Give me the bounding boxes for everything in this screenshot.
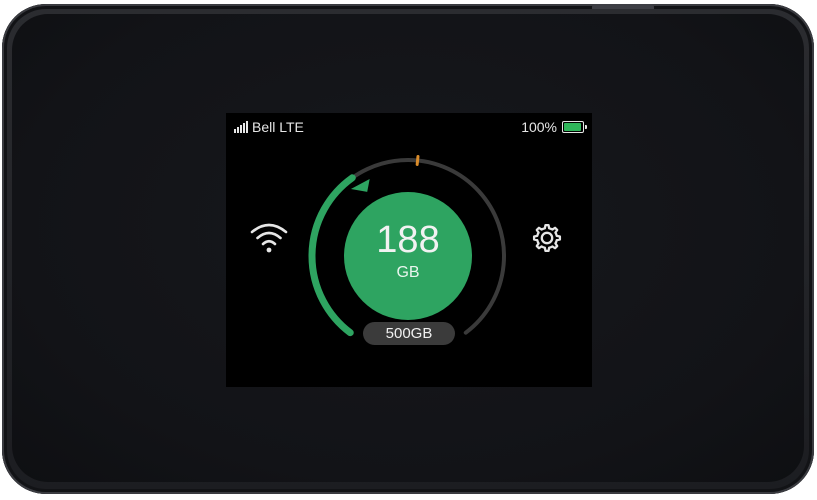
usage-circle: 188 GB — [344, 192, 472, 320]
gear-icon — [532, 223, 562, 253]
usage-unit: GB — [396, 264, 420, 281]
wifi-icon — [250, 223, 288, 253]
battery-icon — [562, 121, 587, 133]
settings-button[interactable] — [526, 217, 568, 259]
signal-bars-icon — [234, 121, 248, 133]
status-battery: 100% — [521, 119, 587, 135]
status-carrier: Bell LTE — [234, 119, 304, 135]
power-button[interactable] — [592, 4, 654, 9]
device-screen: Bell LTE 100% 188 GB 500GB — [226, 113, 592, 387]
hotspot-device: Bell LTE 100% 188 GB 500GB — [2, 4, 814, 494]
usage-value: 188 — [376, 219, 440, 261]
plan-limit-badge: 500GB — [363, 322, 455, 345]
wifi-button[interactable] — [248, 217, 290, 259]
gauge-marker — [415, 154, 420, 166]
carrier-label: Bell LTE — [252, 119, 304, 135]
battery-percent: 100% — [521, 119, 557, 135]
battery-level-fill — [564, 123, 581, 131]
